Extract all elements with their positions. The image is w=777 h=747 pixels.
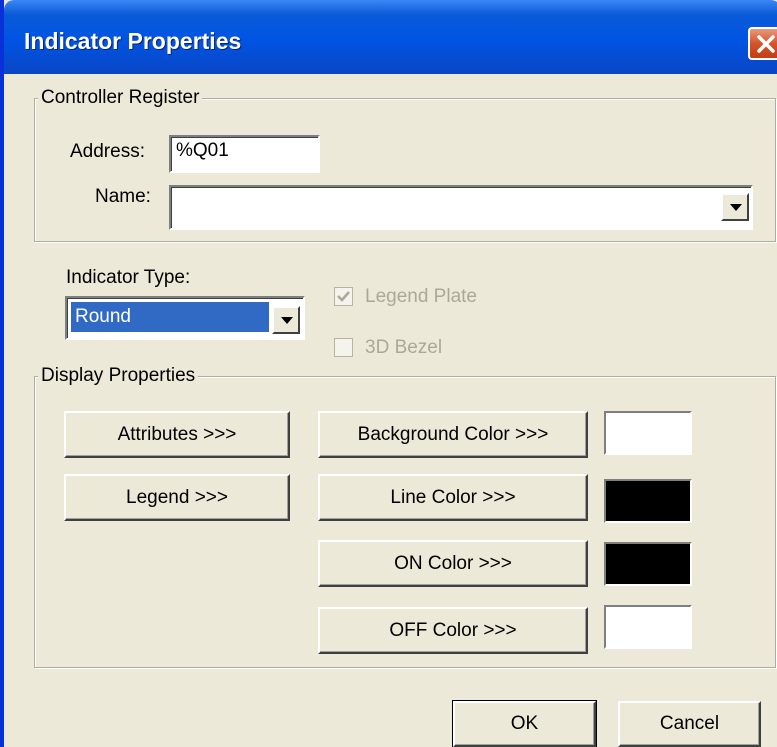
display-properties-legend: Display Properties (38, 365, 199, 387)
off-color-button[interactable]: OFF Color >>> (318, 607, 588, 654)
3d-bezel-label: 3D Bezel (365, 337, 443, 358)
window-title: Indicator Properties (24, 28, 242, 54)
indicator-type-select[interactable]: Round (65, 296, 305, 340)
title-bar: Indicator Properties (4, 0, 777, 74)
attributes-button[interactable]: Attributes >>> (64, 411, 290, 458)
name-label: Name: (95, 186, 151, 207)
legend-plate-label: Legend Plate (365, 286, 477, 307)
legend-button[interactable]: Legend >>> (64, 474, 290, 521)
checkmark-icon (337, 291, 350, 302)
line-color-button[interactable]: Line Color >>> (318, 474, 588, 521)
on-color-button[interactable]: ON Color >>> (318, 540, 588, 587)
indicator-type-label: Indicator Type: (66, 267, 191, 288)
name-combobox[interactable] (169, 185, 753, 230)
background-color-button[interactable]: Background Color >>> (318, 411, 588, 458)
ok-button[interactable]: OK (452, 700, 597, 747)
3d-bezel-checkbox[interactable] (334, 338, 353, 357)
background-color-swatch (604, 411, 692, 455)
indicator-type-dropdown-button[interactable] (272, 306, 300, 334)
indicator-properties-dialog: Indicator Properties Controller Register… (0, 0, 777, 747)
name-dropdown-button[interactable] (721, 193, 749, 221)
address-label: Address: (70, 141, 145, 162)
indicator-type-selected: Round (71, 302, 269, 332)
close-button[interactable] (748, 27, 777, 60)
controller-register-legend: Controller Register (38, 87, 203, 109)
off-color-swatch (604, 605, 692, 649)
on-color-swatch (604, 542, 692, 586)
line-color-swatch (604, 479, 692, 523)
legend-plate-checkbox[interactable] (334, 287, 353, 306)
cancel-button[interactable]: Cancel (618, 701, 761, 747)
close-x-icon (757, 35, 775, 53)
address-field[interactable]: %Q01 (169, 135, 320, 173)
